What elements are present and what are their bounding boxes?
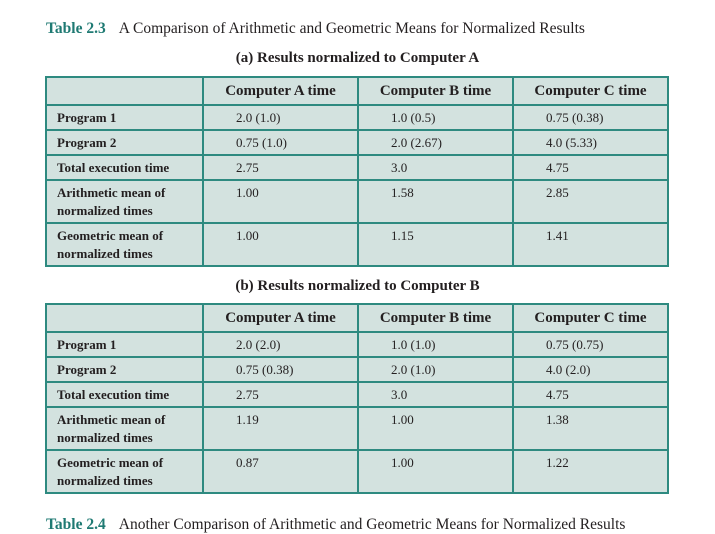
cell: 0.75 (1.0) <box>202 129 359 156</box>
table-b-subtitle: (b) Results normalized to Computer B <box>235 278 480 294</box>
row-label: Program 2 <box>45 356 204 383</box>
cell: 0.75 (0.38) <box>202 356 359 383</box>
table-row: Arithmetic mean of normalized times 1.00… <box>45 179 669 224</box>
header-cell: Computer C time <box>512 303 669 333</box>
table-row: Program 2 0.75 (0.38) 2.0 (1.0) 4.0 (2.0… <box>45 356 669 383</box>
table-title: A Comparison of Arithmetic and Geometric… <box>118 20 585 37</box>
cell: 2.0 (1.0) <box>202 104 359 131</box>
row-label: Geometric mean of normalized times <box>45 222 204 267</box>
cell: 1.22 <box>512 449 669 494</box>
cell: 1.41 <box>512 222 669 267</box>
cell: 0.75 (0.75) <box>512 331 669 358</box>
table-row: Program 1 2.0 (1.0) 1.0 (0.5) 0.75 (0.38… <box>45 104 669 131</box>
row-label: Program 1 <box>45 331 204 358</box>
row-label: Total execution time <box>45 154 204 181</box>
table-number: Table 2.3 <box>46 20 106 37</box>
cell: 2.0 (1.0) <box>357 356 514 383</box>
header-cell: Computer B time <box>357 303 514 333</box>
next-table-title: Another Comparison of Arithmetic and Geo… <box>118 516 626 533</box>
header-row: Computer A time Computer B time Computer… <box>45 303 669 333</box>
row-label: Geometric mean of normalized times <box>45 449 204 494</box>
table-row: Total execution time 2.75 3.0 4.75 <box>45 381 669 408</box>
table-row: Program 1 2.0 (2.0) 1.0 (1.0) 0.75 (0.75… <box>45 331 669 358</box>
cell: 1.0 (1.0) <box>357 331 514 358</box>
cell: 1.00 <box>202 179 359 224</box>
cell: 4.0 (2.0) <box>512 356 669 383</box>
cell: 4.0 (5.33) <box>512 129 669 156</box>
table-row: Arithmetic mean of normalized times 1.19… <box>45 406 669 451</box>
header-cell-empty <box>45 303 204 333</box>
table-row: Geometric mean of normalized times 1.00 … <box>45 222 669 267</box>
cell: 1.00 <box>357 449 514 494</box>
cell: 2.0 (2.67) <box>357 129 514 156</box>
header-row: Computer A time Computer B time Computer… <box>45 76 669 106</box>
table-row: Geometric mean of normalized times 0.87 … <box>45 449 669 494</box>
row-label: Arithmetic mean of normalized times <box>45 179 204 224</box>
header-cell: Computer C time <box>512 76 669 106</box>
cell: 1.19 <box>202 406 359 451</box>
cell: 1.58 <box>357 179 514 224</box>
table-a-subtitle: (a) Results normalized to Computer A <box>235 50 480 66</box>
cell: 3.0 <box>357 381 514 408</box>
cell: 3.0 <box>357 154 514 181</box>
cell: 0.75 (0.38) <box>512 104 669 131</box>
row-label: Program 1 <box>45 104 204 131</box>
table-caption: Table 2.3 A Comparison of Arithmetic and… <box>46 20 585 38</box>
header-cell: Computer A time <box>202 76 359 106</box>
cell: 2.75 <box>202 154 359 181</box>
header-cell-empty <box>45 76 204 106</box>
next-table-caption: Table 2.4 Another Comparison of Arithmet… <box>46 516 625 534</box>
cell: 1.38 <box>512 406 669 451</box>
cell: 0.87 <box>202 449 359 494</box>
row-label: Total execution time <box>45 381 204 408</box>
cell: 1.0 (0.5) <box>357 104 514 131</box>
cell: 1.15 <box>357 222 514 267</box>
cell: 1.00 <box>357 406 514 451</box>
table-b: Computer A time Computer B time Computer… <box>45 303 669 494</box>
header-cell: Computer A time <box>202 303 359 333</box>
cell: 1.00 <box>202 222 359 267</box>
cell: 2.75 <box>202 381 359 408</box>
cell: 4.75 <box>512 381 669 408</box>
cell: 2.0 (2.0) <box>202 331 359 358</box>
table-row: Program 2 0.75 (1.0) 2.0 (2.67) 4.0 (5.3… <box>45 129 669 156</box>
cell: 2.85 <box>512 179 669 224</box>
cell: 4.75 <box>512 154 669 181</box>
row-label: Arithmetic mean of normalized times <box>45 406 204 451</box>
row-label: Program 2 <box>45 129 204 156</box>
next-table-number: Table 2.4 <box>46 516 106 533</box>
header-cell: Computer B time <box>357 76 514 106</box>
table-a: Computer A time Computer B time Computer… <box>45 76 669 267</box>
table-row: Total execution time 2.75 3.0 4.75 <box>45 154 669 181</box>
